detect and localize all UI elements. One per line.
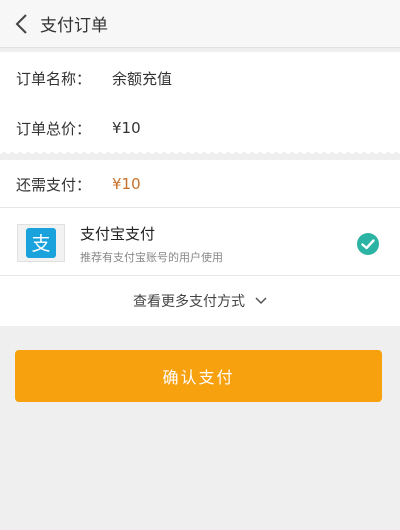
amount-due-value: ¥10	[112, 175, 141, 193]
amount-due-row: 还需支付： ¥10	[16, 172, 141, 196]
receipt-edge	[0, 148, 400, 154]
order-info-card: 订单名称： 余额充值 订单总价： ¥10	[0, 52, 400, 152]
alipay-logo-glyph: 支	[31, 233, 50, 255]
amount-due-label: 还需支付：	[16, 175, 92, 194]
alipay-icon: 支	[26, 228, 56, 258]
check-circle-icon[interactable]	[356, 232, 380, 256]
page-title: 支付订单	[40, 16, 108, 36]
order-name-label: 订单名称：	[16, 69, 92, 88]
alipay-title: 支付宝支付	[80, 225, 156, 243]
top-bar: 支付订单	[0, 0, 400, 48]
order-total-value: ¥10	[112, 119, 141, 137]
confirm-payment-button[interactable]: 确认支付	[15, 350, 382, 402]
more-payment-methods-label: 查看更多支付方式	[133, 294, 245, 310]
amount-due-card: 还需支付： ¥10	[0, 160, 400, 208]
back-button[interactable]	[4, 0, 38, 48]
order-name-row: 订单名称： 余额充值	[16, 66, 172, 90]
chevron-left-icon	[15, 13, 27, 34]
order-total-row: 订单总价： ¥10	[16, 116, 141, 140]
chevron-down-icon	[255, 297, 267, 305]
more-payment-methods[interactable]: 查看更多支付方式	[0, 276, 400, 326]
alipay-option[interactable]: 支 支付宝支付 推荐有支付宝账号的用户使用	[0, 208, 400, 276]
order-total-label: 订单总价：	[16, 119, 92, 138]
alipay-logo: 支	[17, 224, 65, 262]
alipay-subtitle: 推荐有支付宝账号的用户使用	[80, 251, 223, 264]
order-name-value: 余额充值	[112, 69, 173, 88]
